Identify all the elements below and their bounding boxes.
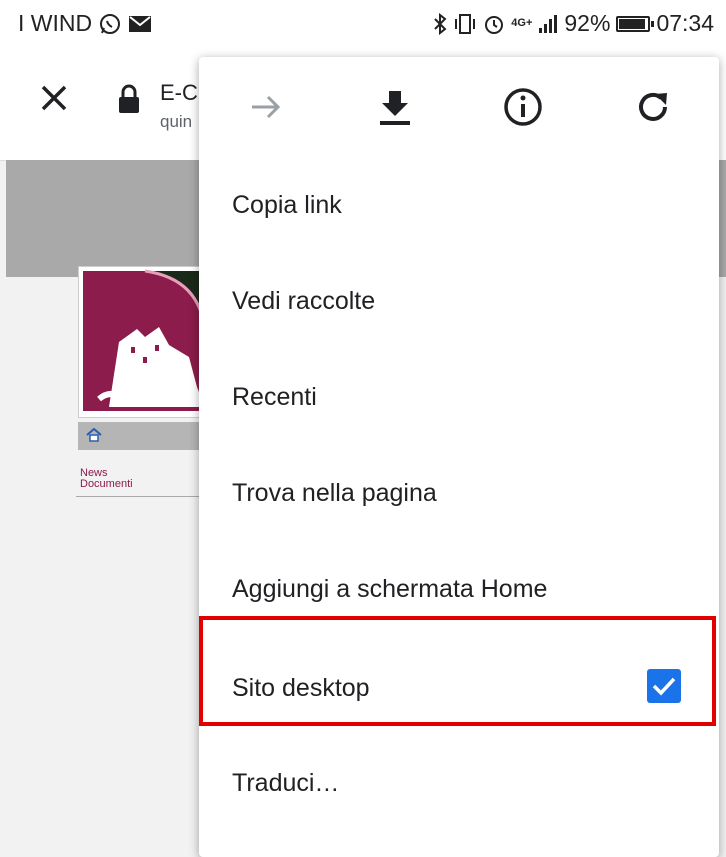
menu-item-label: Vedi raccolte: [232, 286, 376, 315]
site-link-documenti[interactable]: Documenti: [80, 479, 133, 490]
network-type: 4G+: [511, 17, 533, 29]
menu-item-aggiungi-a-schermata-home[interactable]: Aggiungi a schermata Home: [199, 541, 719, 637]
site-divider: [76, 496, 216, 497]
download-icon[interactable]: [373, 85, 417, 129]
menu-item-label: Trova nella pagina: [232, 478, 437, 507]
browser-overflow-menu: Copia link Vedi raccolte Recenti Trova n…: [199, 57, 719, 857]
close-icon[interactable]: [36, 80, 72, 116]
menu-item-label: Sito desktop: [232, 673, 370, 702]
page-title[interactable]: E-C: [160, 80, 198, 106]
mail-icon: [129, 15, 152, 32]
whatsapp-icon: [100, 13, 121, 34]
clock: 07:34: [656, 10, 714, 36]
checkmark-icon: [652, 677, 676, 696]
status-left: I WIND: [18, 10, 152, 37]
logo-image: [83, 269, 207, 411]
menu-icon-row: [199, 57, 719, 157]
forward-icon[interactable]: [244, 85, 288, 129]
menu-item-label: Recenti: [232, 382, 317, 411]
home-icon[interactable]: [86, 428, 102, 442]
lock-icon[interactable]: [118, 84, 140, 114]
carrier-label: I WIND: [18, 10, 93, 36]
bluetooth-icon: [434, 12, 447, 35]
battery-fill: [619, 18, 646, 29]
menu-item-label: Aggiungi a schermata Home: [232, 574, 548, 603]
info-icon[interactable]: [501, 85, 545, 129]
menu-item-vedi-raccolte[interactable]: Vedi raccolte: [199, 253, 719, 349]
page-url[interactable]: quin: [160, 112, 192, 132]
menu-item-label: Traduci…: [232, 768, 340, 797]
menu-item-recenti[interactable]: Recenti: [199, 349, 719, 445]
menu-item-trova-nella-pagina[interactable]: Trova nella pagina: [199, 445, 719, 541]
site-logo: [78, 266, 210, 418]
sito-desktop-checkbox[interactable]: [647, 669, 681, 703]
alarm-icon: [485, 15, 504, 34]
battery-percent: 92%: [564, 10, 611, 36]
status-bar: I WIND 4G+ 92% 07:34: [0, 0, 726, 50]
refresh-icon[interactable]: [631, 85, 675, 129]
menu-item-traduci[interactable]: Traduci…: [199, 735, 719, 831]
menu-item-copia-link[interactable]: Copia link: [199, 157, 719, 253]
site-navbar: [78, 422, 208, 450]
battery-icon: [616, 15, 655, 32]
vibrate-icon: [455, 13, 476, 34]
menu-item-sito-desktop[interactable]: Sito desktop: [199, 640, 719, 736]
menu-item-label: Copia link: [232, 190, 342, 219]
site-links: News Documenti: [80, 468, 133, 490]
signal-icon: [539, 14, 558, 33]
status-right: 4G+ 92% 07:34: [433, 10, 714, 37]
